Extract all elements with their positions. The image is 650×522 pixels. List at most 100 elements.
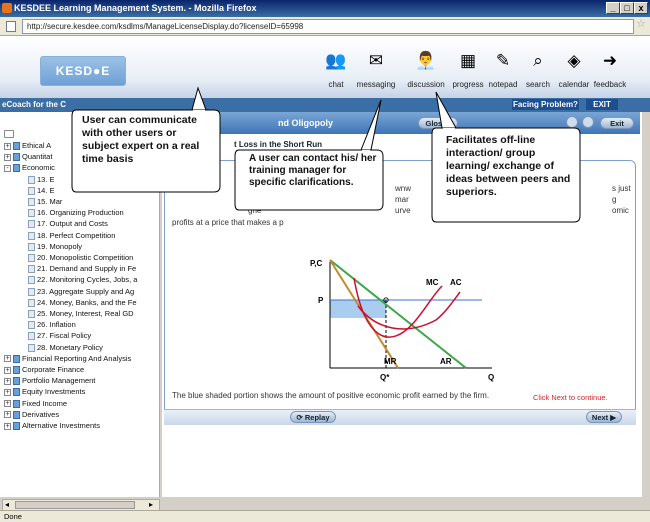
- tree-item-label: 27. Fiscal Policy: [37, 331, 92, 341]
- tree-topic[interactable]: 23. Aggregate Supply and Ag: [28, 286, 134, 297]
- tree-item-label: Portfolio Management: [22, 376, 96, 386]
- tree-item-label: 28. Monetary Policy: [37, 342, 103, 352]
- tree-folder[interactable]: + Quantitat: [4, 151, 52, 162]
- search-icon: ⌕: [533, 51, 543, 70]
- facing-problem-button[interactable]: Facing Problem?: [512, 99, 579, 110]
- toolbar-search-button[interactable]: ⌕ search: [518, 50, 558, 89]
- scroll-thumb[interactable]: [15, 501, 135, 509]
- ac-label: AC: [450, 278, 462, 287]
- expand-icon[interactable]: +: [4, 153, 11, 161]
- replay-button[interactable]: ⟳ Replay: [290, 411, 336, 423]
- expand-icon[interactable]: +: [4, 388, 11, 396]
- toolbar-notepad-button[interactable]: ✎ notepad: [483, 50, 523, 89]
- mr-label: MR: [384, 357, 397, 366]
- tree-topic[interactable]: 25. Money, Interest, Real GD: [28, 308, 134, 319]
- folder-icon: [13, 142, 20, 151]
- minimize-button[interactable]: _: [606, 2, 620, 14]
- tree-topic[interactable]: 27. Fiscal Policy: [28, 330, 91, 341]
- tree-folder[interactable]: + Alternative Investments: [4, 420, 100, 431]
- chat-icon: 👥: [325, 51, 347, 70]
- tree-item-label: Equity Investments: [22, 387, 86, 397]
- oligopoly-graph: P,C P MC AC MR AR Q* Q: [310, 259, 494, 382]
- tree-item-label: 22. Monitoring Cycles, Jobs, a: [37, 275, 138, 285]
- page-icon: [6, 21, 16, 32]
- scroll-left-icon[interactable]: ◂: [5, 500, 9, 509]
- document-icon: [28, 186, 35, 195]
- bookmark-star-icon[interactable]: ☆: [636, 17, 646, 30]
- tree-folder[interactable]: - Economic: [4, 162, 55, 173]
- calendar-icon: ◈: [567, 51, 581, 70]
- price-label: P: [318, 296, 324, 305]
- tree-item-label: Alternative Investments: [22, 421, 100, 430]
- tree-folder[interactable]: + Ethical A: [4, 140, 51, 151]
- body-fragment: wnw: [395, 184, 412, 193]
- expand-icon[interactable]: +: [4, 355, 11, 363]
- tree-folder[interactable]: + Financial Reporting And Analysis: [4, 353, 131, 364]
- toolbar-progress-button[interactable]: ▦ progress: [448, 50, 488, 89]
- tree-topic[interactable]: 28. Monetary Policy: [28, 342, 103, 353]
- toolbar-notepad-label: notepad: [488, 80, 518, 89]
- tree-topic[interactable]: 16. Organizing Production: [28, 207, 124, 218]
- tree-item-label: 18. Perfect Competition: [37, 230, 116, 240]
- nav-circle-icon[interactable]: [582, 116, 594, 128]
- expand-icon[interactable]: +: [4, 400, 11, 408]
- toolbar-feedback-button[interactable]: ➜ feedback: [590, 50, 630, 89]
- exit-lesson-button[interactable]: Exit: [600, 117, 634, 129]
- next-arrow-icon: ▶: [610, 413, 617, 422]
- discussion-callout-text: Facilitates off-line interaction/ group …: [446, 134, 571, 198]
- tree-topic[interactable]: 22. Monitoring Cycles, Jobs, a: [28, 274, 137, 285]
- toolbar-discussion-button[interactable]: 👨‍💼 discussion: [406, 50, 446, 89]
- chat-callout: User can communicate with other users or…: [71, 86, 222, 203]
- expand-icon[interactable]: +: [4, 366, 11, 374]
- tree-item-label: Financial Reporting And Analysis: [22, 353, 132, 363]
- toolbar-calendar-button[interactable]: ◈ calendar: [554, 50, 594, 89]
- tree-topic[interactable]: 17. Output and Costs: [28, 218, 108, 229]
- tree-topic[interactable]: 26. Inflation: [28, 319, 76, 330]
- expand-icon[interactable]: +: [4, 377, 11, 385]
- toolbar-progress-label: progress: [452, 80, 484, 89]
- tree-topic[interactable]: 14. E: [28, 185, 55, 196]
- tree-item-label: 21. Demand and Supply in Fe: [37, 264, 137, 274]
- tree-folder[interactable]: + Derivatives: [4, 409, 59, 420]
- toolbar-messaging-label: messaging: [356, 80, 396, 89]
- folder-icon: [13, 410, 20, 419]
- body-fragment: urve: [395, 206, 411, 215]
- folder-icon: [13, 153, 20, 162]
- tree-folder[interactable]: + Fixed Income: [4, 398, 67, 409]
- scroll-right-icon[interactable]: ▸: [149, 500, 153, 509]
- document-icon: [28, 198, 35, 207]
- close-button[interactable]: x: [634, 2, 648, 14]
- exit-top-button[interactable]: EXIT: [586, 99, 618, 110]
- messaging-callout-text: A user can contact his/ her training man…: [249, 153, 377, 188]
- tree-topic[interactable]: 20. Monopolistic Competition: [28, 252, 133, 263]
- tree-topic[interactable]: 21. Demand and Supply in Fe: [28, 263, 136, 274]
- tree-topic[interactable]: 13. E: [28, 174, 55, 185]
- tree-item-label: 16. Organizing Production: [37, 208, 124, 218]
- document-icon: [28, 276, 35, 285]
- tree-item-label: Quantitat: [22, 152, 53, 162]
- maximize-button[interactable]: □: [620, 2, 634, 14]
- tree-folder[interactable]: + Portfolio Management: [4, 375, 95, 386]
- document-icon: [28, 254, 35, 263]
- tree-topic[interactable]: 18. Perfect Competition: [28, 230, 115, 241]
- toolbar-messaging-button[interactable]: ✉ messaging: [356, 50, 396, 89]
- tree-item-label: 13. E: [37, 174, 55, 184]
- tree-folder[interactable]: + Corporate Finance: [4, 364, 84, 375]
- toolbar-chat-button[interactable]: 👥 chat: [316, 50, 356, 89]
- url-field[interactable]: http://secure.kesdee.com/ksdlms/ManageLi…: [22, 19, 634, 34]
- tree-topic[interactable]: 24. Money, Banks, and the Fe: [28, 297, 137, 308]
- expand-icon[interactable]: +: [4, 422, 11, 430]
- document-icon: [28, 220, 35, 229]
- tree-item-label: Corporate Finance: [22, 365, 85, 374]
- tree-topic[interactable]: 19. Monopoly: [28, 241, 82, 252]
- expand-icon[interactable]: +: [4, 142, 11, 150]
- progress-icon: ▦: [459, 51, 477, 70]
- expand-icon[interactable]: +: [4, 411, 11, 419]
- document-icon: [28, 287, 35, 296]
- document-icon: [28, 332, 35, 341]
- next-button[interactable]: Next ▶: [586, 411, 622, 423]
- folder-icon: [13, 164, 20, 173]
- tree-folder[interactable]: + Equity Investments: [4, 386, 85, 397]
- tree-topic[interactable]: 15. Mar: [28, 196, 62, 207]
- collapse-icon[interactable]: -: [4, 164, 11, 172]
